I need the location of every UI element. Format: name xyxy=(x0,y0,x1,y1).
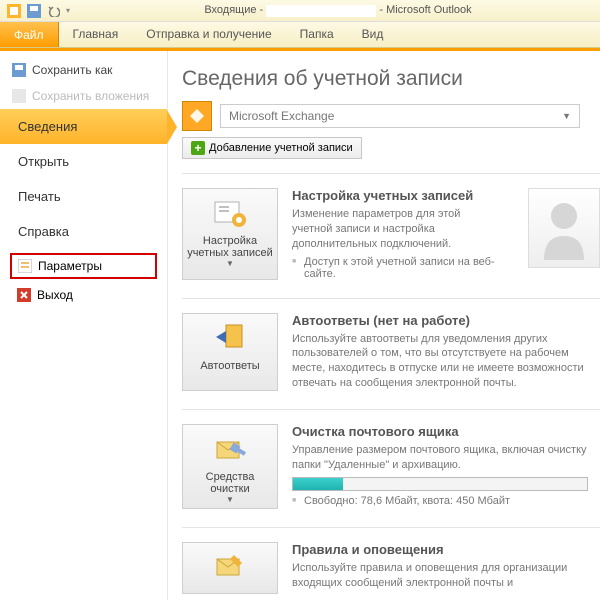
file-tab[interactable]: Файл xyxy=(0,22,59,47)
tab-home[interactable]: Главная xyxy=(59,22,133,47)
account-settings-button-label: Настройка учетных записей xyxy=(187,235,273,259)
attachment-icon xyxy=(12,89,26,103)
exchange-icon xyxy=(182,101,212,131)
rules-button[interactable] xyxy=(182,542,278,594)
sidebar-save-attachments: Сохранить вложения xyxy=(0,83,167,109)
sidebar-help[interactable]: Справка xyxy=(0,214,167,249)
rules-icon xyxy=(214,553,246,581)
add-account-button[interactable]: + Добавление учетной записи xyxy=(182,137,362,159)
sidebar-info[interactable]: Сведения xyxy=(0,109,167,144)
separator xyxy=(182,409,600,410)
tab-send-receive[interactable]: Отправка и получение xyxy=(132,22,285,47)
section-cleanup: Средства очистки ▼ Очистка почтового ящи… xyxy=(182,424,600,509)
sidebar-exit-label: Выход xyxy=(37,288,73,302)
add-account-label: Добавление учетной записи xyxy=(209,142,353,154)
backstage-sidebar: Сохранить как Сохранить вложения Сведени… xyxy=(0,51,168,600)
autoreply-button-label: Автоответы xyxy=(187,360,273,372)
autoreply-title: Автоответы (нет на работе) xyxy=(292,313,588,328)
sidebar-save-as-label: Сохранить как xyxy=(32,63,112,77)
title-prefix: Входящие - xyxy=(204,4,263,16)
sidebar-options[interactable]: Параметры xyxy=(10,253,157,279)
dropdown-icon: ▼ xyxy=(187,495,273,504)
titlebar: ▾ Входящие - - Microsoft Outlook xyxy=(0,0,600,22)
cleanup-desc: Управление размером почтового ящика, вкл… xyxy=(292,443,588,473)
options-icon xyxy=(18,259,32,273)
title-account-blank xyxy=(266,5,376,17)
exit-icon xyxy=(17,288,31,302)
sidebar-exit[interactable]: Выход xyxy=(10,283,157,307)
account-settings-button[interactable]: Настройка учетных записей ▼ xyxy=(182,188,278,280)
chevron-down-icon: ▼ xyxy=(562,111,571,121)
section-account-settings: Настройка учетных записей ▼ Настройка уч… xyxy=(182,188,600,280)
outlook-icon xyxy=(6,3,22,19)
title-suffix: - Microsoft Outlook xyxy=(379,4,471,16)
qat-dropdown-icon[interactable]: ▾ xyxy=(66,6,70,15)
account-settings-title: Настройка учетных записей xyxy=(292,188,502,203)
dropdown-icon: ▼ xyxy=(187,259,273,268)
undo-icon[interactable] xyxy=(46,3,62,19)
account-settings-bullet: Доступ к этой учетной записи на веб-сайт… xyxy=(292,256,502,280)
separator xyxy=(182,298,600,299)
cleanup-button[interactable]: Средства очистки ▼ xyxy=(182,424,278,509)
plus-icon: + xyxy=(191,141,205,155)
avatar-placeholder xyxy=(528,188,600,268)
separator xyxy=(182,527,600,528)
rules-desc: Используйте правила и оповещения для орг… xyxy=(292,561,588,591)
save-as-icon xyxy=(12,63,26,77)
sidebar-save-attachments-label: Сохранить вложения xyxy=(32,89,149,103)
cleanup-icon xyxy=(213,434,247,464)
account-selector[interactable]: Microsoft Exchange ▼ xyxy=(220,104,580,128)
save-icon[interactable] xyxy=(26,3,42,19)
section-autoreply: Автоответы Автоответы (нет на работе) Ис… xyxy=(182,313,600,391)
section-rules: Правила и оповещения Используйте правила… xyxy=(182,542,600,594)
rules-title: Правила и оповещения xyxy=(292,542,588,557)
cleanup-button-label: Средства очистки xyxy=(187,471,273,495)
cleanup-title: Очистка почтового ящика xyxy=(292,424,588,439)
account-name: Microsoft Exchange xyxy=(229,109,334,123)
autoreply-desc: Используйте автоответы для уведомления д… xyxy=(292,332,588,391)
content-area: Сведения об учетной записи Microsoft Exc… xyxy=(168,51,600,600)
ribbon: Файл Главная Отправка и получение Папка … xyxy=(0,22,600,48)
page-title: Сведения об учетной записи xyxy=(182,67,600,91)
autoreply-icon xyxy=(214,323,246,353)
account-settings-desc: Изменение параметров для этой учетной за… xyxy=(292,207,502,252)
sidebar-options-label: Параметры xyxy=(38,259,102,273)
sidebar-open[interactable]: Открыть xyxy=(0,144,167,179)
sidebar-print[interactable]: Печать xyxy=(0,179,167,214)
tab-folder[interactable]: Папка xyxy=(286,22,348,47)
account-settings-icon xyxy=(213,198,247,228)
autoreply-button[interactable]: Автоответы xyxy=(182,313,278,391)
sidebar-save-as[interactable]: Сохранить как xyxy=(0,57,167,83)
tab-view[interactable]: Вид xyxy=(348,22,398,47)
quota-progress xyxy=(292,477,588,491)
quota-text: Свободно: 78,6 Мбайт, квота: 450 Мбайт xyxy=(292,495,588,507)
separator xyxy=(182,173,600,174)
